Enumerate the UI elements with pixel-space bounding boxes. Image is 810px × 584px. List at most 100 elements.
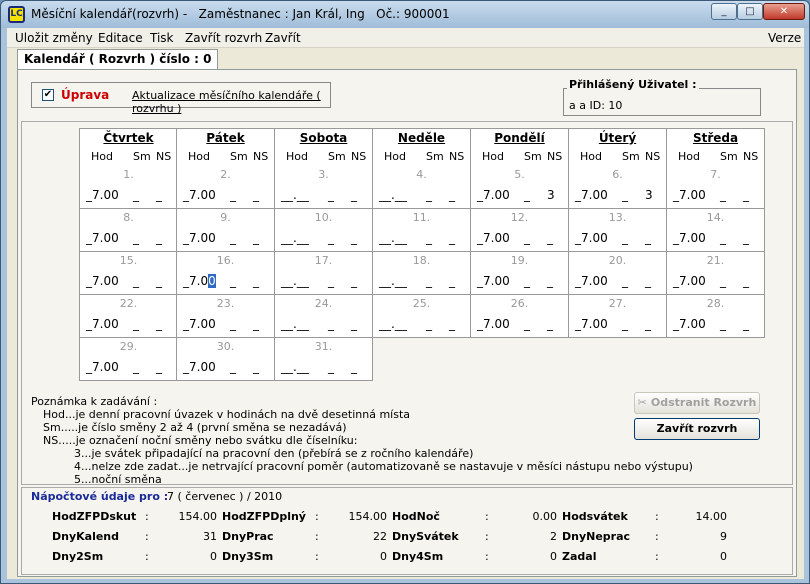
ns-input[interactable]: _ — [253, 274, 259, 288]
hod-input[interactable]: _7.00 — [86, 317, 119, 331]
day-cell[interactable]: 31. __.__ _ _ — [275, 338, 373, 381]
day-cell[interactable]: 28. _7.00 _ _ — [667, 295, 765, 338]
hod-input[interactable]: _7.00 — [183, 231, 216, 245]
hod-input[interactable]: _7.00 — [86, 274, 119, 288]
sm-input[interactable]: _ — [524, 317, 530, 331]
hod-input[interactable]: _7.00 — [183, 274, 216, 288]
hod-input[interactable]: __.__ — [379, 188, 407, 202]
hod-input[interactable]: _7.00 — [575, 231, 608, 245]
ns-input[interactable]: _ — [351, 317, 357, 331]
day-cell[interactable]: 18. __.__ _ _ — [373, 252, 471, 295]
ns-input[interactable]: _ — [351, 360, 357, 374]
hod-input[interactable]: _7.00 — [86, 360, 119, 374]
sm-input[interactable]: _ — [328, 188, 334, 202]
uprava-checkbox[interactable]: ✔ — [42, 89, 54, 101]
hod-input[interactable]: __.__ — [379, 231, 407, 245]
hod-input[interactable]: _7.00 — [477, 231, 510, 245]
sm-input[interactable]: _ — [426, 231, 432, 245]
day-cell[interactable]: 29. _7.00 _ _ — [79, 338, 177, 381]
day-cell[interactable]: 11. __.__ _ _ — [373, 209, 471, 252]
sm-input[interactable]: _ — [133, 360, 139, 374]
menu-ulozit-zmeny[interactable]: Uložit změny — [15, 31, 93, 45]
day-cell[interactable]: 26. _7.00 _ _ — [471, 295, 569, 338]
menu-editace[interactable]: Editace — [98, 31, 143, 45]
sm-input[interactable]: _ — [720, 274, 726, 288]
day-cell[interactable]: 3. __.__ _ _ — [275, 166, 373, 209]
close-icon[interactable]: ✕ — [763, 3, 805, 20]
hod-input[interactable]: __.__ — [281, 274, 309, 288]
hod-input[interactable]: _7.00 — [673, 317, 706, 331]
aktualizace-link[interactable]: Aktualizace měsíčního kalendáře ( rozvrh… — [132, 89, 330, 115]
day-cell[interactable]: 15. _7.00 _ _ — [79, 252, 177, 295]
hod-input[interactable]: __.__ — [281, 360, 309, 374]
sm-input[interactable]: _ — [328, 360, 334, 374]
hod-input[interactable]: _7.00 — [86, 188, 119, 202]
day-cell[interactable]: 17. __.__ _ _ — [275, 252, 373, 295]
tab-kalendar[interactable]: Kalendář ( Rozvrh ) číslo : 0 — [17, 49, 219, 70]
sm-input[interactable]: _ — [524, 274, 530, 288]
day-cell[interactable]: 9. _7.00 _ _ — [177, 209, 275, 252]
day-cell[interactable]: 22. _7.00 _ _ — [79, 295, 177, 338]
hod-input[interactable]: _7.00 — [575, 274, 608, 288]
hod-input[interactable]: __.__ — [281, 188, 309, 202]
sm-input[interactable]: _ — [622, 188, 628, 202]
ns-input[interactable]: _ — [156, 274, 162, 288]
hod-input[interactable]: _7.00 — [86, 231, 119, 245]
ns-input[interactable]: _ — [645, 274, 651, 288]
minimize-icon[interactable]: _ — [711, 3, 737, 20]
hod-input[interactable]: _7.00 — [183, 360, 216, 374]
ns-input[interactable]: _ — [351, 231, 357, 245]
ns-input[interactable]: _ — [449, 231, 455, 245]
sm-input[interactable]: _ — [720, 188, 726, 202]
ns-input[interactable]: _ — [351, 188, 357, 202]
sm-input[interactable]: _ — [133, 231, 139, 245]
hod-input[interactable]: _7.00 — [673, 188, 706, 202]
hod-input[interactable]: _7.00 — [673, 274, 706, 288]
ns-input[interactable]: _ — [449, 274, 455, 288]
hod-input[interactable]: __.__ — [379, 274, 407, 288]
menu-verze[interactable]: Verze — [768, 31, 801, 45]
ns-input[interactable]: _ — [547, 231, 553, 245]
hod-input[interactable]: __.__ — [281, 317, 309, 331]
hod-input[interactable]: _7.00 — [575, 317, 608, 331]
day-cell[interactable]: 8. _7.00 _ _ — [79, 209, 177, 252]
day-cell[interactable]: 27. _7.00 _ _ — [569, 295, 667, 338]
ns-input[interactable]: 3 — [645, 188, 653, 202]
sm-input[interactable]: _ — [133, 188, 139, 202]
day-cell[interactable]: 25. __.__ _ _ — [373, 295, 471, 338]
day-cell[interactable]: 16. _7.00 _ _ — [177, 252, 275, 295]
ns-input[interactable]: _ — [253, 188, 259, 202]
ns-input[interactable]: _ — [743, 274, 749, 288]
ns-input[interactable]: _ — [156, 188, 162, 202]
sm-input[interactable]: _ — [426, 317, 432, 331]
sm-input[interactable]: _ — [230, 274, 236, 288]
menu-zavrit[interactable]: Zavřít — [265, 31, 301, 45]
ns-input[interactable]: _ — [156, 360, 162, 374]
ns-input[interactable]: _ — [547, 317, 553, 331]
ns-input[interactable]: _ — [156, 231, 162, 245]
ns-input[interactable]: _ — [743, 231, 749, 245]
ns-input[interactable]: _ — [253, 360, 259, 374]
sm-input[interactable]: _ — [622, 231, 628, 245]
day-cell[interactable]: 10. __.__ _ _ — [275, 209, 373, 252]
day-cell[interactable]: 19. _7.00 _ _ — [471, 252, 569, 295]
day-cell[interactable]: 5. _7.00 _ 3 — [471, 166, 569, 209]
sm-input[interactable]: _ — [328, 317, 334, 331]
day-cell[interactable]: 14. _7.00 _ _ — [667, 209, 765, 252]
sm-input[interactable]: _ — [133, 274, 139, 288]
zavrit-rozvrh-button[interactable]: Zavřít rozvrh — [634, 418, 760, 440]
hod-input[interactable]: _7.00 — [183, 188, 216, 202]
day-cell[interactable]: 4. __.__ _ _ — [373, 166, 471, 209]
sm-input[interactable]: _ — [426, 188, 432, 202]
day-cell[interactable]: 21. _7.00 _ _ — [667, 252, 765, 295]
sm-input[interactable]: _ — [720, 231, 726, 245]
ns-input[interactable]: _ — [743, 188, 749, 202]
ns-input[interactable]: _ — [156, 317, 162, 331]
day-cell[interactable]: 6. _7.00 _ 3 — [569, 166, 667, 209]
hod-input[interactable]: _7.00 — [183, 317, 216, 331]
ns-input[interactable]: _ — [547, 274, 553, 288]
ns-input[interactable]: _ — [449, 188, 455, 202]
day-cell[interactable]: 20. _7.00 _ _ — [569, 252, 667, 295]
sm-input[interactable]: _ — [622, 274, 628, 288]
menu-tisk[interactable]: Tisk — [150, 31, 174, 45]
